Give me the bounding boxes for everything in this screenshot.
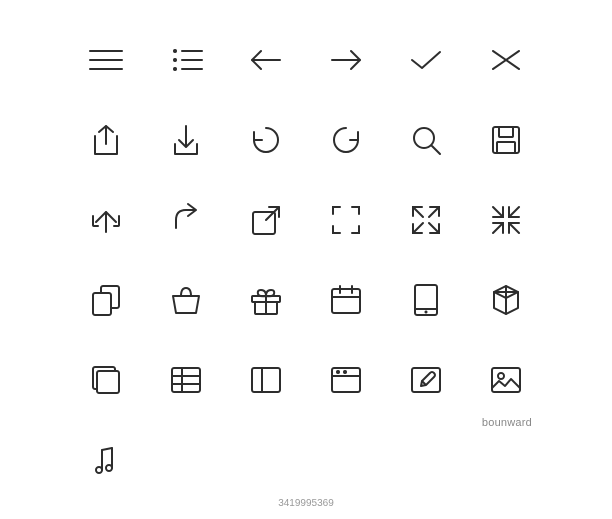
download-icon: [146, 100, 226, 180]
gift-icon: [226, 260, 306, 340]
share-icon: [66, 180, 146, 260]
tablet-icon: [386, 260, 466, 340]
copy-icon: [66, 260, 146, 340]
compress-icon: [466, 180, 546, 260]
calendar-icon: [306, 260, 386, 340]
edit-icon: [386, 340, 466, 420]
panel-left-icon: [226, 340, 306, 420]
image-icon: [466, 340, 546, 420]
box-3d-icon: [466, 260, 546, 340]
share-forward-icon: [146, 180, 226, 260]
getty-id-label: 3419995369: [278, 498, 334, 509]
save-icon: [466, 100, 546, 180]
external-link-icon: [226, 180, 306, 260]
upload-icon: [66, 100, 146, 180]
expand-icon: [386, 180, 466, 260]
shopping-bag-icon: [146, 260, 226, 340]
table-icon: [146, 340, 226, 420]
hamburger-menu-icon: [66, 20, 146, 100]
layers-icon: [66, 340, 146, 420]
arrow-left-icon: [226, 20, 306, 100]
music-icon: [66, 420, 146, 500]
refresh-ccw-icon: [306, 100, 386, 180]
checkmark-icon: [386, 20, 466, 100]
search-icon: [386, 100, 466, 180]
arrow-right-icon: [306, 20, 386, 100]
watermark-label: bounward: [482, 417, 532, 429]
close-x-icon: [466, 20, 546, 100]
browser-icon: [306, 340, 386, 420]
refresh-cw-icon: [226, 100, 306, 180]
frame-icon: [306, 180, 386, 260]
list-icon: [146, 20, 226, 100]
icon-grid: [66, 20, 546, 500]
